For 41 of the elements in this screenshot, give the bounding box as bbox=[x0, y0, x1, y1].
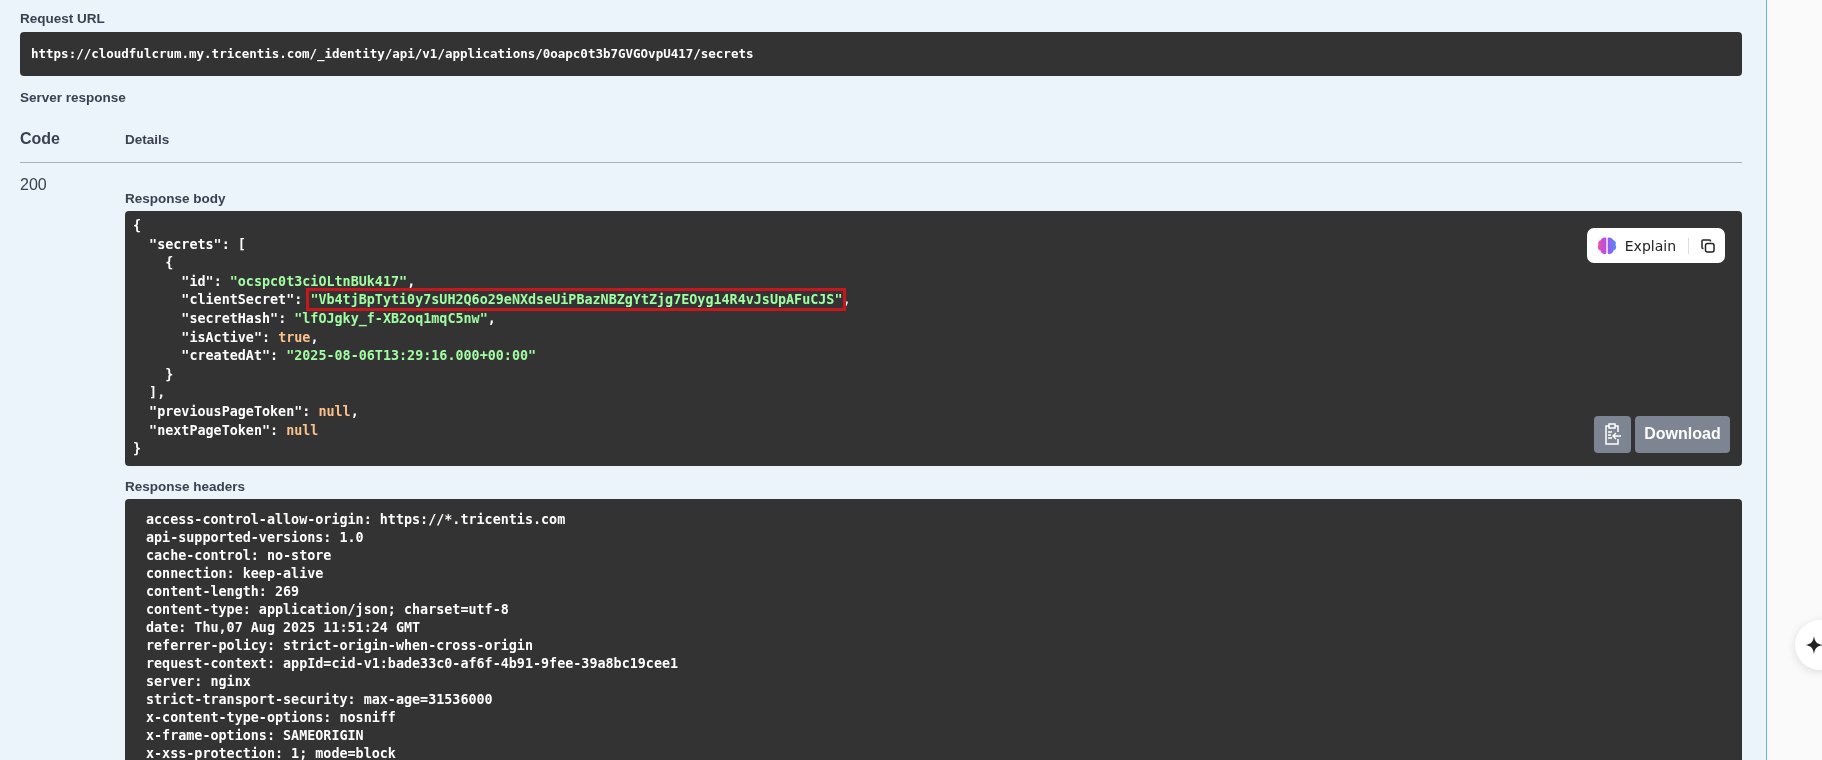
brain-icon bbox=[1596, 236, 1617, 255]
header-line: referrer-policy: strict-origin-when-cross-origin bbox=[146, 636, 533, 655]
clipboard-icon bbox=[1603, 423, 1622, 446]
sparkle-icon bbox=[1805, 636, 1822, 654]
header-line: cache-control: no-store bbox=[146, 546, 332, 565]
header-line: connection: keep-alive bbox=[146, 564, 324, 583]
code-line: "createdAt": "2025-08-06T13:29:16.000+00:00" bbox=[180, 347, 537, 366]
request-url-field: https://cloudfulcrum.my.tricentis.com/_identity/api/v1/applications/0oapc0t3b7GVGOvpU417/secrets bbox=[20, 32, 1742, 76]
header-line: x-xss-protection: 1; mode=block bbox=[146, 744, 396, 760]
status-code: 200 bbox=[20, 176, 47, 194]
code-line: "previousPageToken": null, bbox=[148, 402, 359, 421]
code-line: ], bbox=[148, 384, 166, 403]
column-header: Details bbox=[125, 131, 170, 147]
server-response-label: Server response bbox=[20, 90, 126, 105]
download-button[interactable]: Download bbox=[1635, 415, 1730, 453]
code-line: "secretHash": "lfOJgky_f-XB2oq1mqC5nw", bbox=[180, 309, 496, 329]
header-line: strict-transport-security: max-age=31536000 bbox=[146, 690, 493, 709]
header-line: server: nginx bbox=[146, 672, 251, 691]
code-line: "secrets": [ bbox=[148, 235, 246, 254]
column-header: Code bbox=[20, 130, 61, 148]
code-line: { bbox=[133, 217, 142, 235]
code-line: "isActive": true, bbox=[180, 328, 319, 347]
header-line: x-content-type-options: nosniff bbox=[146, 708, 396, 727]
header-line: date: Thu,07 Aug 2025 11:51:24 GMT bbox=[146, 618, 421, 637]
code-line: "id": "ocspc0t3ciOLtnBUk417", bbox=[180, 272, 416, 291]
response-body-label: Response body bbox=[125, 191, 227, 206]
explain-button[interactable]: Explain bbox=[1586, 228, 1725, 263]
header-line: access-control-allow-origin: https://*.tricentis.com bbox=[146, 510, 566, 529]
copy-to-clipboard-button[interactable] bbox=[1594, 415, 1631, 453]
request-url-label: Request URL bbox=[20, 11, 105, 26]
code-line: "nextPageToken": null bbox=[148, 421, 319, 440]
header-line: x-frame-options: SAMEORIGIN bbox=[146, 726, 364, 745]
code-line: } bbox=[164, 365, 174, 384]
code-line: } bbox=[133, 440, 142, 459]
header-line: content-length: 269 bbox=[146, 582, 300, 601]
header-line: content-type: application/json; charset=utf-8 bbox=[146, 600, 509, 619]
header-line: api-supported-versions: 1.0 bbox=[146, 528, 364, 547]
header-line: request-context: appId=cid-v1:bade33c0-af6f-4b91-9fee-39a8bc19cee1 bbox=[146, 654, 679, 673]
response-headers-label: Response headers bbox=[125, 478, 247, 494]
copy-icon[interactable] bbox=[1701, 238, 1715, 253]
code-line: { bbox=[164, 254, 174, 273]
